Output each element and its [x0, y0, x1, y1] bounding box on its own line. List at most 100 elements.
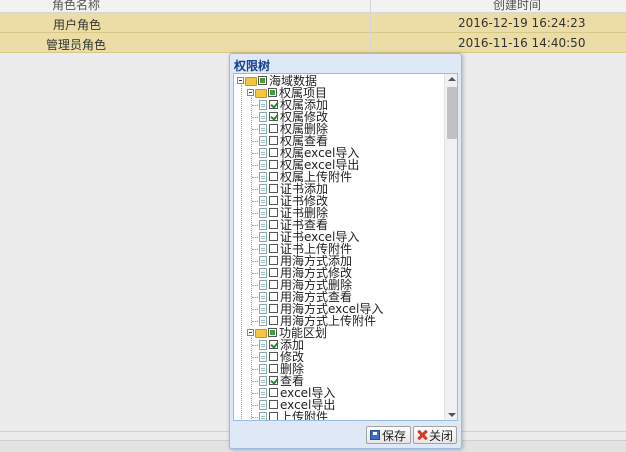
leaf-page-icon [259, 388, 267, 398]
checkbox-icon[interactable] [269, 160, 278, 169]
close-button[interactable]: 关闭 [413, 426, 457, 444]
checkbox-icon[interactable] [269, 268, 278, 277]
tree-connector [252, 129, 258, 130]
tree-connector [252, 381, 258, 382]
leaf-page-icon [259, 160, 267, 170]
dialog-footer: 保存 关闭 [233, 423, 458, 446]
checkbox-icon[interactable] [269, 184, 278, 193]
folder-open-icon [245, 77, 257, 86]
checkbox-icon[interactable] [269, 256, 278, 265]
dialog-title: 权限树 [234, 59, 271, 73]
tree-connector [241, 85, 242, 420]
checkbox-icon[interactable] [269, 352, 278, 361]
checkbox-icon[interactable] [269, 112, 278, 121]
save-button[interactable]: 保存 [366, 426, 411, 444]
checkbox-icon[interactable] [269, 412, 278, 420]
expander-minus-icon[interactable] [237, 77, 244, 84]
tree-connector [252, 357, 258, 358]
checkbox-icon[interactable] [269, 124, 278, 133]
tree-connector [251, 97, 252, 325]
leaf-page-icon [259, 256, 267, 266]
save-icon [370, 430, 380, 440]
leaf-page-icon [259, 100, 267, 110]
checkbox-icon[interactable] [269, 244, 278, 253]
tree-connector [252, 237, 258, 238]
checkbox-icon[interactable] [258, 76, 267, 85]
leaf-page-icon [259, 304, 267, 314]
checkbox-icon[interactable] [269, 376, 278, 385]
tree-content: 海域数据 权属项目 权属添加 权属修改 权属删除 权属查看 权属excel导入 权属excel… [234, 74, 444, 421]
checkbox-icon[interactable] [269, 232, 278, 241]
leaf-page-icon [259, 400, 267, 410]
expander-minus-icon[interactable] [247, 89, 254, 96]
tree-connector [251, 337, 252, 420]
tree-node-label: 上传附件 [280, 410, 329, 421]
scroll-up-icon[interactable] [445, 74, 457, 84]
role-name-cell: 管理员角色 [46, 38, 107, 52]
grid-header: 角色名称 创建时间 [0, 0, 626, 13]
checkbox-icon[interactable] [268, 88, 277, 97]
checkbox-icon[interactable] [269, 136, 278, 145]
tree-connector [252, 117, 258, 118]
tree-node-leaf[interactable]: 上传附件 [259, 410, 329, 421]
checkbox-icon[interactable] [269, 400, 278, 409]
tree-connector [252, 177, 258, 178]
table-row[interactable]: 用户角色 2016-12-19 16:24:23 [0, 13, 626, 33]
leaf-page-icon [259, 172, 267, 182]
leaf-page-icon [259, 376, 267, 386]
checkbox-icon[interactable] [269, 196, 278, 205]
leaf-page-icon [259, 208, 267, 218]
tree-connector [252, 273, 258, 274]
leaf-page-icon [259, 280, 267, 290]
scroll-down-icon[interactable] [445, 410, 457, 420]
checkbox-icon[interactable] [269, 148, 278, 157]
checkbox-icon[interactable] [269, 220, 278, 229]
leaf-page-icon [259, 340, 267, 350]
column-header-created-time[interactable]: 创建时间 [493, 0, 541, 12]
column-header-role-name[interactable]: 角色名称 [52, 0, 100, 12]
tree-connector [252, 225, 258, 226]
permission-tree: 海域数据 权属项目 权属添加 权属修改 权属删除 权属查看 权属excel导入 权属excel… [233, 73, 458, 421]
scrollbar-thumb[interactable] [447, 87, 457, 139]
checkbox-icon[interactable] [269, 292, 278, 301]
tree-connector [252, 393, 258, 394]
folder-open-icon [255, 329, 267, 338]
tree-connector [252, 105, 258, 106]
leaf-page-icon [259, 112, 267, 122]
save-button-label: 保存 [382, 428, 407, 443]
checkbox-icon[interactable] [269, 172, 278, 181]
column-divider [370, 0, 371, 53]
checkbox-icon[interactable] [269, 388, 278, 397]
checkbox-icon[interactable] [269, 100, 278, 109]
checkbox-icon[interactable] [269, 340, 278, 349]
tree-connector [252, 153, 258, 154]
role-name-cell: 用户角色 [53, 18, 102, 32]
leaf-page-icon [259, 244, 267, 254]
created-time-cell: 2016-11-16 14:40:50 [458, 36, 586, 50]
created-time-cell: 2016-12-19 16:24:23 [458, 16, 586, 30]
tree-scrollbar[interactable] [444, 74, 457, 420]
tree-connector [252, 141, 258, 142]
tree-connector [252, 345, 258, 346]
tree-connector [252, 285, 258, 286]
leaf-page-icon [259, 352, 267, 362]
leaf-page-icon [259, 412, 267, 420]
checkbox-icon[interactable] [269, 280, 278, 289]
tree-connector [252, 165, 258, 166]
checkbox-icon[interactable] [269, 316, 278, 325]
leaf-page-icon [259, 136, 267, 146]
checkbox-icon[interactable] [269, 304, 278, 313]
checkbox-icon[interactable] [268, 328, 277, 337]
tree-connector [252, 321, 258, 322]
tree-connector [252, 417, 258, 418]
tree-connector [252, 297, 258, 298]
tree-connector [252, 369, 258, 370]
expander-minus-icon[interactable] [247, 329, 254, 336]
table-row[interactable]: 管理员角色 2016-11-16 14:40:50 [0, 33, 626, 53]
tree-connector [252, 309, 258, 310]
tree-connector [252, 213, 258, 214]
tree-connector [252, 201, 258, 202]
leaf-page-icon [259, 184, 267, 194]
checkbox-icon[interactable] [269, 208, 278, 217]
checkbox-icon[interactable] [269, 364, 278, 373]
